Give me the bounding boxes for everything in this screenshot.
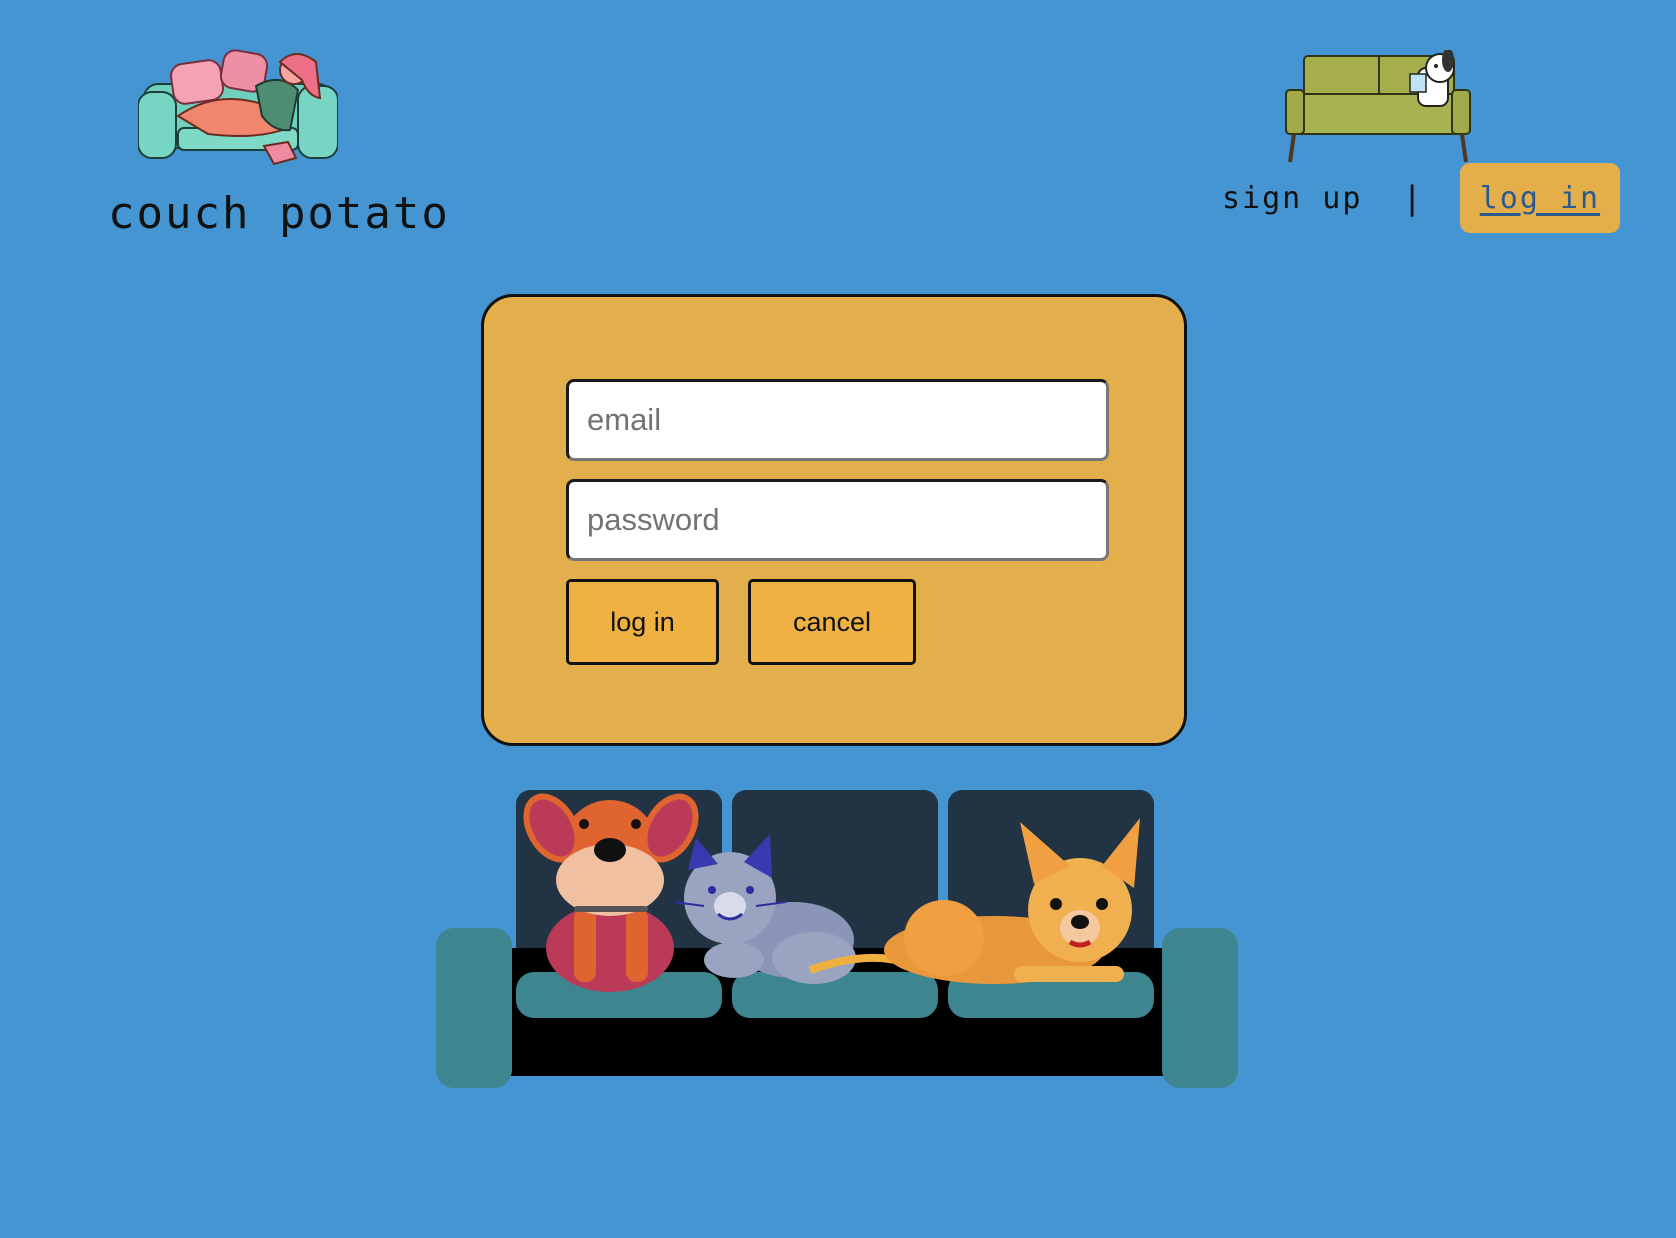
password-input[interactable] — [566, 479, 1109, 561]
email-input[interactable] — [566, 379, 1109, 461]
login-form-card: log in cancel — [481, 294, 1187, 746]
login-button[interactable]: log in — [566, 579, 719, 665]
person-on-couch-icon — [138, 49, 338, 166]
pets-on-couch-icon — [436, 790, 1238, 1088]
nav-separator: | — [1402, 179, 1422, 217]
login-page: couch potato sign up | log in log in can… — [0, 0, 1676, 1238]
dog-on-couch-icon — [1285, 50, 1471, 163]
brand-title: couch potato — [108, 188, 450, 239]
top-nav: sign up | log in — [1222, 163, 1621, 233]
nav-signup-link[interactable]: sign up — [1222, 181, 1362, 216]
cancel-button[interactable]: cancel — [748, 579, 916, 665]
nav-login-link[interactable]: log in — [1459, 163, 1621, 233]
